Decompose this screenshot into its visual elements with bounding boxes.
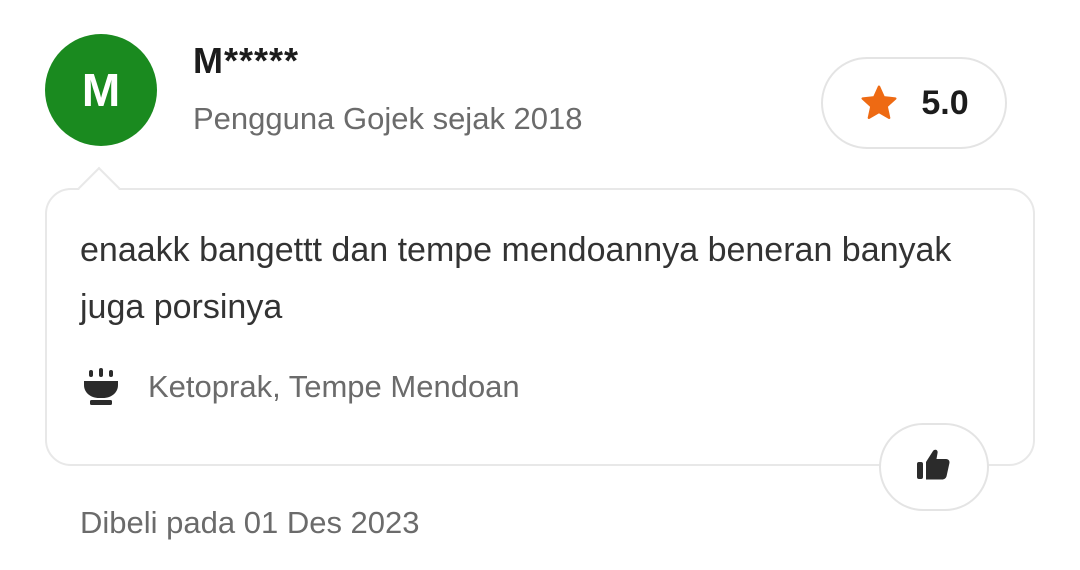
thumbs-up-icon — [914, 445, 954, 490]
purchase-date: Dibeli pada 01 Des 2023 — [80, 505, 420, 540]
review-bubble-tail — [76, 165, 124, 191]
rating-badge: 5.0 — [821, 57, 1007, 149]
rating-value: 5.0 — [921, 83, 969, 122]
star-icon — [859, 83, 899, 123]
review-text: enaakk bangettt dan tempe mendoannya ben… — [80, 231, 952, 326]
reviewer-member-since: Pengguna Gojek sejak 2018 — [193, 101, 583, 136]
bowl-icon — [80, 366, 122, 408]
ordered-dishes: Ketoprak, Tempe Mendoan — [148, 369, 520, 404]
reviewer-name: M***** — [193, 40, 300, 81]
review-card: M M***** Pengguna Gojek sejak 2018 5.0 e… — [0, 0, 1080, 570]
like-button[interactable] — [879, 423, 989, 511]
avatar-initial: M — [81, 64, 121, 116]
avatar: M — [45, 34, 157, 146]
